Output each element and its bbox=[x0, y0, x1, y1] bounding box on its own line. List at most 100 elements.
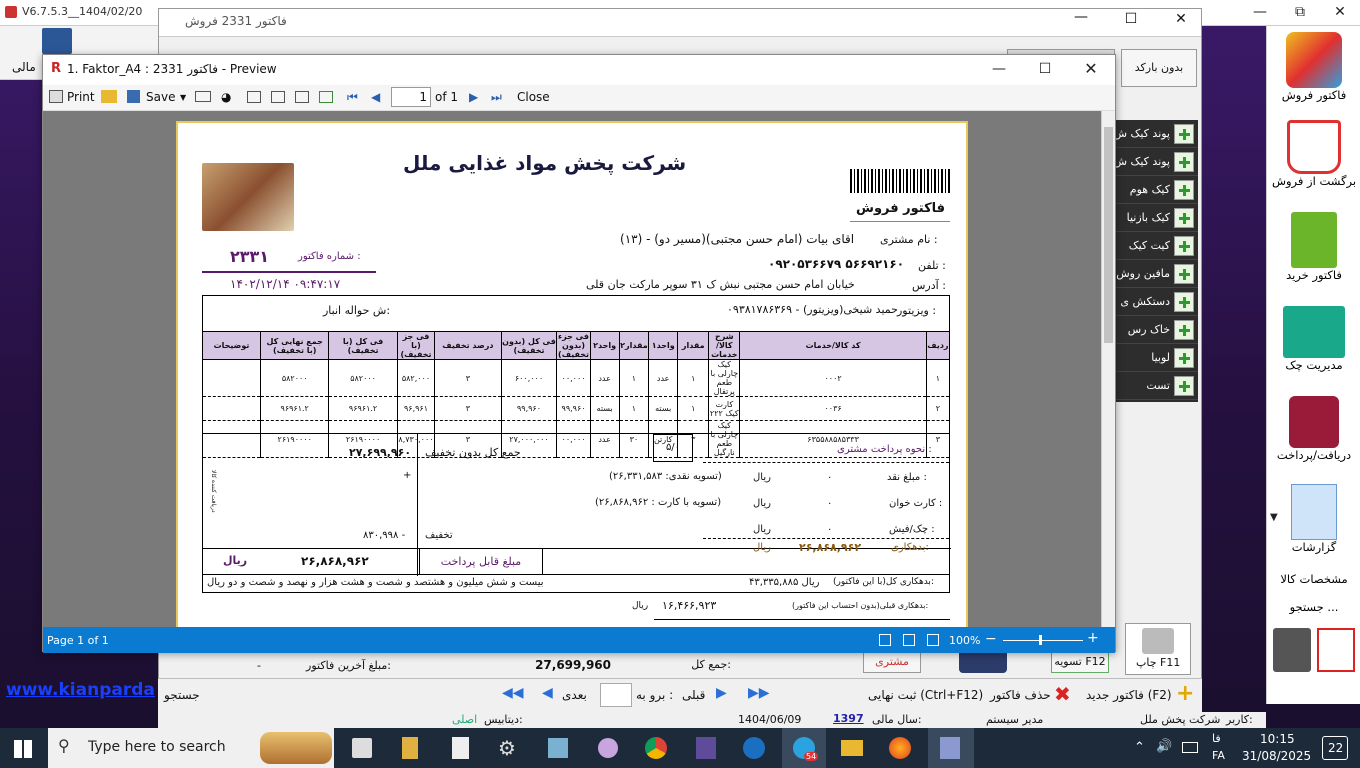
side-list-item[interactable]: مافین روش bbox=[1116, 260, 1198, 288]
menu-finance[interactable]: مالی bbox=[12, 60, 36, 74]
print-button[interactable]: چاپ F11 bbox=[1125, 623, 1191, 675]
sales-invoice-shortcut[interactable]: فاکتور فروش bbox=[1267, 26, 1360, 108]
windows-start-icon[interactable] bbox=[14, 740, 32, 758]
taskbar-firefox[interactable] bbox=[880, 728, 920, 768]
page-setup-icon[interactable] bbox=[247, 91, 261, 103]
side-list-item[interactable]: کیک هوم bbox=[1116, 176, 1198, 204]
restore-icon[interactable]: ⧉ bbox=[1280, 0, 1320, 24]
dropdown-arrow-icon[interactable]: ▼ bbox=[1270, 512, 1278, 523]
taskbar-calculator[interactable] bbox=[440, 728, 480, 768]
prev-page-icon[interactable]: ◀ bbox=[371, 90, 380, 104]
check-management-shortcut[interactable]: مدیریت چک bbox=[1267, 298, 1360, 382]
side-list-item[interactable]: کیت کیک bbox=[1116, 232, 1198, 260]
payment-shortcut[interactable]: دریافت/پرداخت bbox=[1267, 390, 1360, 474]
calculator-icon[interactable] bbox=[1273, 628, 1311, 672]
product-specs-link[interactable]: مشخصات کالا bbox=[1267, 572, 1360, 594]
edit-icon[interactable] bbox=[271, 91, 285, 103]
add-item-icon[interactable] bbox=[1174, 236, 1194, 256]
side-list-item[interactable]: پوند کیک ش bbox=[1114, 120, 1198, 148]
reports-shortcut[interactable]: گزارشات bbox=[1267, 480, 1360, 562]
fiscal-year-value[interactable]: 1397 bbox=[833, 712, 864, 725]
taskbar-app-9[interactable] bbox=[734, 728, 774, 768]
preview-close-icon[interactable]: ✕ bbox=[1071, 57, 1111, 81]
notification-icon[interactable]: 22 bbox=[1322, 736, 1348, 760]
final-save-button[interactable]: ثبت نهایی (Ctrl+F12) bbox=[868, 688, 983, 702]
save-dropdown-icon[interactable]: ▼ bbox=[180, 93, 186, 102]
email-icon[interactable] bbox=[195, 91, 211, 102]
zoom-in-icon[interactable]: + bbox=[1087, 630, 1099, 646]
close-icon[interactable]: ✕ bbox=[1320, 0, 1360, 24]
open-icon[interactable] bbox=[101, 90, 117, 103]
form-close-icon[interactable]: ✕ bbox=[1161, 11, 1201, 27]
side-list-item[interactable]: پوند کیک ش bbox=[1114, 148, 1198, 176]
side-list-item[interactable]: دستکش ی bbox=[1116, 288, 1198, 316]
next-page-icon[interactable]: ▶ bbox=[469, 90, 478, 104]
next-button[interactable]: بعدی bbox=[562, 688, 587, 702]
prev-record-icon[interactable]: ▶ bbox=[716, 685, 732, 705]
calculator-icon[interactable] bbox=[42, 28, 72, 54]
save-button[interactable]: Save bbox=[146, 90, 175, 104]
form-maximize-icon[interactable]: ☐ bbox=[1111, 11, 1151, 27]
add-item-icon[interactable] bbox=[1174, 348, 1194, 368]
find-icon[interactable]: ◕ bbox=[221, 90, 231, 104]
volume-icon[interactable]: 🔊 bbox=[1156, 739, 1172, 754]
goto-input[interactable] bbox=[600, 683, 632, 707]
taskbar-vs[interactable] bbox=[686, 728, 726, 768]
search-link[interactable]: جستجو ... bbox=[1267, 600, 1360, 622]
page-number-input[interactable]: 1 bbox=[391, 87, 431, 107]
taskbar-telegram[interactable]: 54 bbox=[782, 728, 826, 768]
taskbar-active-app[interactable] bbox=[928, 728, 974, 768]
preview-maximize-icon[interactable]: ☐ bbox=[1025, 57, 1065, 81]
taskbar-explorer[interactable] bbox=[832, 728, 872, 768]
scrollbar-thumb[interactable] bbox=[1104, 127, 1113, 343]
website-link[interactable]: www.kianparda bbox=[6, 680, 155, 700]
multi-page-icon[interactable] bbox=[903, 634, 915, 646]
last-record-icon[interactable]: ◀◀ bbox=[502, 685, 524, 705]
add-item-icon[interactable] bbox=[1174, 124, 1194, 144]
single-page-icon[interactable] bbox=[879, 634, 891, 646]
add-item-icon[interactable] bbox=[1174, 376, 1194, 396]
zoom-slider[interactable] bbox=[1003, 640, 1083, 641]
print-button[interactable]: Print bbox=[67, 90, 95, 104]
taskbar-app-1[interactable] bbox=[342, 728, 382, 768]
add-item-icon[interactable] bbox=[1174, 152, 1194, 172]
first-page-icon[interactable]: ⏮ bbox=[347, 90, 358, 105]
clock-date[interactable]: 31/08/2025 bbox=[1242, 749, 1311, 763]
first-record-icon[interactable]: ▶▶ bbox=[748, 685, 770, 705]
form-minimize-icon[interactable]: — bbox=[1061, 9, 1101, 25]
delete-invoice-button[interactable]: حذف فاکتور bbox=[990, 688, 1051, 702]
delete-x-icon[interactable]: ✖ bbox=[1054, 683, 1071, 705]
diamond-app-icon[interactable] bbox=[1317, 628, 1355, 672]
tray-up-icon[interactable]: ⌃ bbox=[1134, 740, 1145, 755]
lang-fa[interactable]: فا bbox=[1212, 732, 1221, 745]
zoom-out-icon[interactable]: − bbox=[985, 631, 997, 647]
add-icon[interactable]: + bbox=[1176, 683, 1194, 705]
clock-time[interactable]: 10:15 bbox=[1260, 732, 1295, 746]
list-view-icon[interactable] bbox=[927, 634, 939, 646]
side-list-item[interactable]: کیک بازنیا bbox=[1116, 204, 1198, 232]
lang-code[interactable]: FA bbox=[1212, 749, 1225, 762]
close-button[interactable]: Close bbox=[517, 90, 550, 104]
taskbar-app-2[interactable] bbox=[390, 728, 430, 768]
print-icon[interactable] bbox=[49, 90, 63, 103]
next-record-icon[interactable]: ◀ bbox=[542, 685, 558, 705]
taskbar-paint[interactable] bbox=[588, 728, 628, 768]
taskbar-search[interactable]: ⚲ Type here to search bbox=[48, 728, 334, 768]
side-list-item[interactable]: تست bbox=[1116, 372, 1198, 400]
last-page-icon[interactable]: ⏭ bbox=[491, 90, 502, 105]
save-icon[interactable] bbox=[127, 90, 140, 103]
copy-icon[interactable] bbox=[295, 91, 309, 103]
preview-scrollbar[interactable] bbox=[1101, 111, 1115, 627]
add-item-icon[interactable] bbox=[1174, 320, 1194, 340]
minimize-icon[interactable]: — bbox=[1240, 0, 1280, 24]
add-item-icon[interactable] bbox=[1174, 180, 1194, 200]
search-button[interactable]: جستجو bbox=[164, 688, 200, 702]
add-item-icon[interactable] bbox=[1174, 292, 1194, 312]
fit-icon[interactable] bbox=[319, 91, 333, 103]
taskbar-app-5[interactable] bbox=[538, 728, 578, 768]
taskbar-settings[interactable]: ⚙ bbox=[488, 728, 528, 768]
sales-return-shortcut[interactable]: برگشت از فروش bbox=[1267, 114, 1360, 198]
add-item-icon[interactable] bbox=[1174, 208, 1194, 228]
taskbar-chrome[interactable] bbox=[636, 728, 676, 768]
zoom-slider-thumb[interactable] bbox=[1039, 635, 1042, 645]
